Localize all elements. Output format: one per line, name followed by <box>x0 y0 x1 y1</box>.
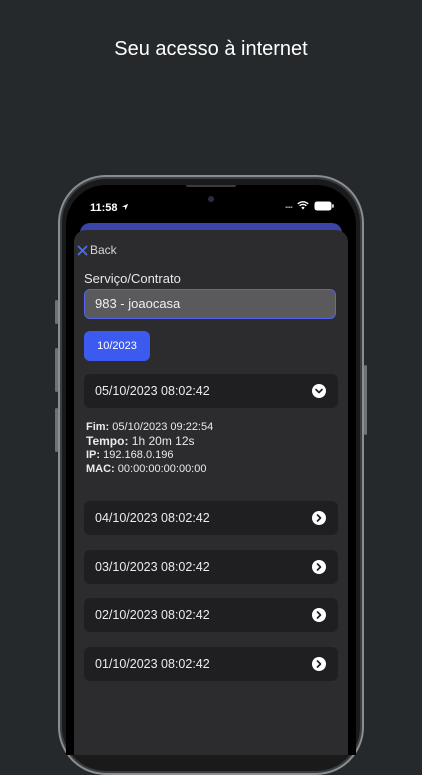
service-label: Serviço/Contrato <box>84 271 181 286</box>
detail-mac-label: MAC: <box>86 463 115 475</box>
location-arrow-icon <box>121 203 129 211</box>
session-date: 02/10/2023 08:02:42 <box>95 608 210 622</box>
signal-dots-icon: .... <box>284 200 293 211</box>
session-row[interactable]: 03/10/2023 08:02:42 <box>84 550 338 584</box>
detail-ip-label: IP: <box>86 449 101 461</box>
phone-mute-switch <box>55 300 58 324</box>
month-filter-button[interactable]: 10/2023 <box>84 331 150 361</box>
detail-ip-value: 192.168.0.196 <box>103 449 174 461</box>
detail-end-value: 05/10/2023 09:22:54 <box>112 421 214 433</box>
status-indicators: .... <box>285 200 334 211</box>
session-date: 04/10/2023 08:02:42 <box>95 511 210 525</box>
status-bar: 11:58 .... <box>66 185 356 225</box>
detail-duration: Tempo: 1h 20m 12s <box>86 434 213 448</box>
battery-icon <box>314 201 334 210</box>
session-date: 03/10/2023 08:02:42 <box>95 560 210 574</box>
modal-sheet: Back Serviço/Contrato 983 - joaocasa 10/… <box>74 230 348 755</box>
detail-mac: MAC: 00:00:00:00:00:00 <box>86 462 213 476</box>
phone-volume-up <box>55 348 58 392</box>
service-select[interactable]: 983 - joaocasa <box>84 289 336 319</box>
detail-duration-value: 1h 20m 12s <box>131 434 195 448</box>
detail-duration-label: Tempo: <box>86 434 129 448</box>
session-row[interactable]: 01/10/2023 08:02:42 <box>84 647 338 681</box>
phone-volume-down <box>55 408 58 452</box>
phone-power-button <box>364 365 367 435</box>
session-row[interactable]: 02/10/2023 08:02:42 <box>84 598 338 632</box>
chevron-right-icon <box>312 657 326 671</box>
session-row[interactable]: 05/10/2023 08:02:42 <box>84 374 338 408</box>
back-button[interactable]: Back <box>77 243 117 257</box>
detail-ip: IP: 192.168.0.196 <box>86 448 213 462</box>
chevron-right-icon <box>312 560 326 574</box>
chevron-down-icon <box>312 384 326 398</box>
chevron-right-icon <box>312 608 326 622</box>
page-headline: Seu acesso à internet <box>114 38 308 60</box>
detail-end-label: Fim: <box>86 421 110 433</box>
session-date: 05/10/2023 08:02:42 <box>95 384 210 398</box>
chevron-right-icon <box>312 511 326 525</box>
phone-screen: 11:58 .... Back Serviço/Contrato 983 - j… <box>66 185 356 755</box>
session-details: Fim: 05/10/2023 09:22:54 Tempo: 1h 20m 1… <box>86 420 213 476</box>
back-label: Back <box>90 243 117 257</box>
session-date: 01/10/2023 08:02:42 <box>95 657 210 671</box>
session-row[interactable]: 04/10/2023 08:02:42 <box>84 501 338 535</box>
close-icon <box>77 245 88 255</box>
wifi-icon <box>297 201 309 210</box>
detail-end: Fim: 05/10/2023 09:22:54 <box>86 420 213 434</box>
detail-mac-value: 00:00:00:00:00:00 <box>117 463 207 475</box>
status-time: 11:58 <box>90 202 118 214</box>
